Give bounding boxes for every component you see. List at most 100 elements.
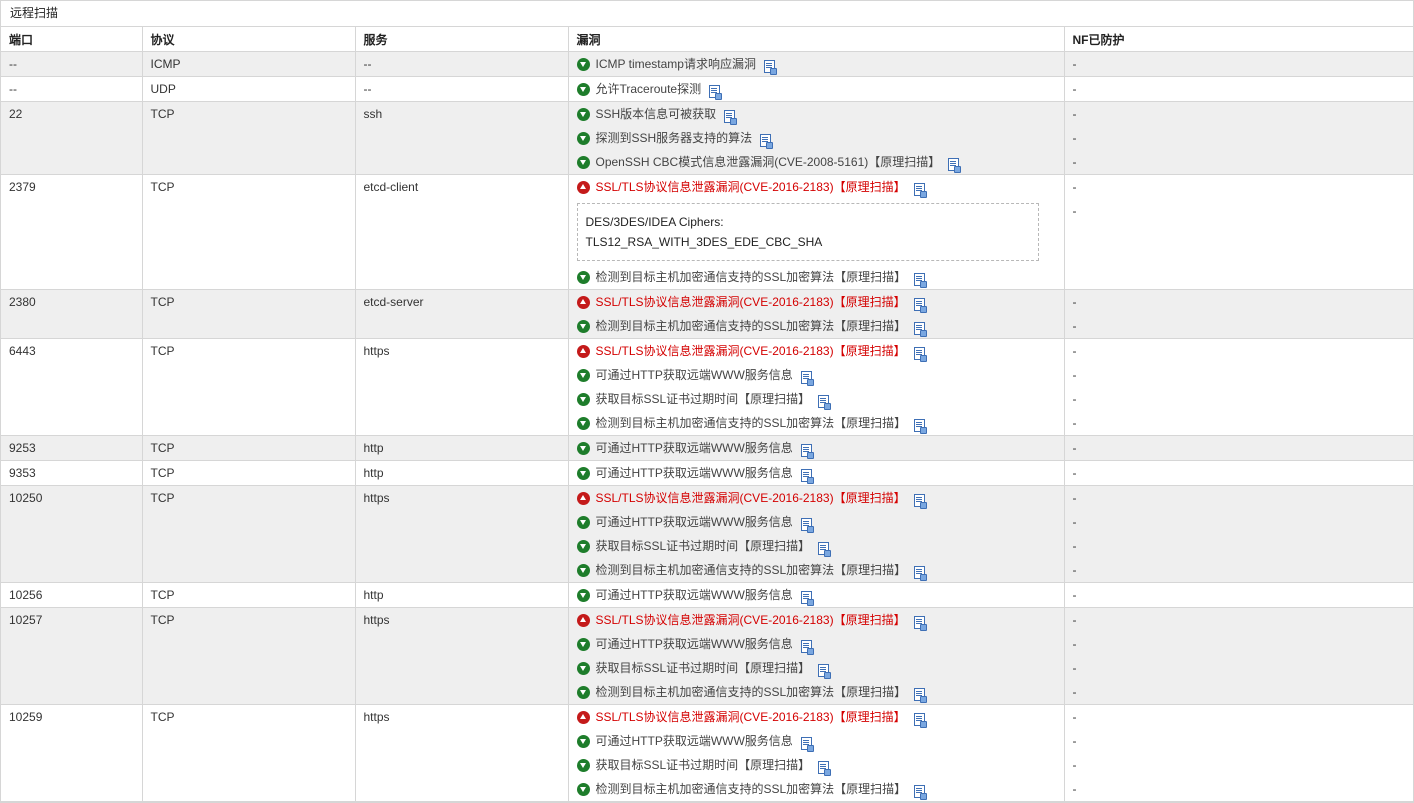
vuln-name-link[interactable]: 获取目标SSL证书过期时间【原理扫描】 [596, 656, 811, 680]
document-icon[interactable] [800, 371, 814, 386]
vuln-name-link[interactable]: 可通过HTTP获取远端WWW服务信息 [596, 632, 793, 656]
table-header-row: 端口 协议 服务 漏洞 NF已防护 [1, 27, 1413, 52]
vuln-name-link[interactable]: 可通过HTTP获取远端WWW服务信息 [596, 436, 793, 460]
vuln-name-link[interactable]: 检测到目标主机加密通信支持的SSL加密算法【原理扫描】 [596, 777, 907, 801]
vuln-name-link[interactable]: 可通过HTTP获取远端WWW服务信息 [596, 729, 793, 753]
table-row: 10257 TCP https SSL/TLS协议信息泄露漏洞(CVE-2016-21… [1, 607, 1413, 705]
vuln-detail-box: DES/3DES/IDEA Ciphers: TLS12_RSA_WITH_3DE… [576, 203, 1039, 261]
vuln-name-link[interactable]: 可通过HTTP获取远端WWW服务信息 [596, 583, 793, 607]
green-down-arrow-icon [576, 441, 590, 455]
document-icon[interactable] [724, 110, 738, 125]
vuln-name-link[interactable]: 获取目标SSL证书过期时间【原理扫描】 [596, 534, 811, 558]
cell-protected: -- [1064, 174, 1413, 290]
vuln-name-link[interactable]: 检测到目标主机加密通信支持的SSL加密算法【原理扫描】 [596, 558, 907, 582]
document-icon[interactable] [914, 322, 928, 337]
vuln-item[interactable]: SSL/TLS协议信息泄露漏洞(CVE-2016-2183)【原理扫描】 [576, 339, 1064, 363]
red-up-arrow-icon [576, 180, 590, 194]
vuln-item[interactable]: SSH版本信息可被获取 [576, 102, 1064, 126]
vuln-name-link[interactable]: 探测到SSH服务器支持的算法 [596, 126, 753, 150]
cell-service: etcd-server [355, 289, 569, 339]
document-icon[interactable] [913, 616, 927, 631]
vuln-name-link[interactable]: SSL/TLS协议信息泄露漏洞(CVE-2016-2183)【原理扫描】 [596, 175, 906, 199]
vuln-item[interactable]: 可通过HTTP获取远端WWW服务信息 [576, 583, 1064, 607]
document-icon[interactable] [760, 134, 774, 149]
vuln-item[interactable]: 可通过HTTP获取远端WWW服务信息 [576, 461, 1064, 485]
vuln-item[interactable]: 允许Traceroute探测 [576, 77, 1064, 101]
document-icon[interactable] [913, 713, 927, 728]
document-icon[interactable] [818, 761, 832, 776]
vuln-item[interactable]: 获取目标SSL证书过期时间【原理扫描】 [576, 534, 1064, 558]
vuln-item[interactable]: SSL/TLS协议信息泄露漏洞(CVE-2016-2183)【原理扫描】 [576, 175, 1064, 199]
vuln-item[interactable]: 获取目标SSL证书过期时间【原理扫描】 [576, 387, 1064, 411]
document-icon[interactable] [914, 273, 928, 288]
vuln-name-link[interactable]: 可通过HTTP获取远端WWW服务信息 [596, 510, 793, 534]
document-icon[interactable] [800, 444, 814, 459]
protected-value: - [1072, 82, 1077, 96]
vuln-name-link[interactable]: OpenSSH CBC模式信息泄露漏洞(CVE-2008-5161)【原理扫描】 [596, 150, 941, 174]
vuln-item[interactable]: 检测到目标主机加密通信支持的SSL加密算法【原理扫描】 [576, 411, 1064, 435]
document-icon[interactable] [818, 542, 832, 557]
vuln-item[interactable]: ICMP timestamp请求响应漏洞 [576, 52, 1064, 76]
vuln-item[interactable]: 检测到目标主机加密通信支持的SSL加密算法【原理扫描】 [576, 314, 1064, 338]
document-icon[interactable] [913, 494, 927, 509]
vuln-item[interactable]: SSL/TLS协议信息泄露漏洞(CVE-2016-2183)【原理扫描】 [576, 705, 1064, 729]
vuln-item[interactable]: OpenSSH CBC模式信息泄露漏洞(CVE-2008-5161)【原理扫描】 [576, 150, 1064, 174]
document-icon[interactable] [800, 591, 814, 606]
vuln-item[interactable]: 检测到目标主机加密通信支持的SSL加密算法【原理扫描】 [576, 680, 1064, 704]
green-down-arrow-icon [576, 57, 590, 71]
vuln-item[interactable]: 获取目标SSL证书过期时间【原理扫描】 [576, 656, 1064, 680]
vuln-name-link[interactable]: 允许Traceroute探测 [596, 77, 702, 101]
vuln-name-link[interactable]: 可通过HTTP获取远端WWW服务信息 [596, 363, 793, 387]
vuln-item[interactable]: 可通过HTTP获取远端WWW服务信息 [576, 363, 1064, 387]
cell-vulns: SSL/TLS协议信息泄露漏洞(CVE-2016-2183)【原理扫描】 DES/… [568, 174, 1065, 290]
document-icon[interactable] [914, 785, 928, 800]
document-icon[interactable] [913, 183, 927, 198]
document-icon[interactable] [818, 664, 832, 679]
vuln-item[interactable]: 可通过HTTP获取远端WWW服务信息 [576, 632, 1064, 656]
document-icon[interactable] [800, 469, 814, 484]
cell-protocol: TCP [142, 289, 356, 339]
vuln-name-link[interactable]: 检测到目标主机加密通信支持的SSL加密算法【原理扫描】 [596, 314, 907, 338]
document-icon[interactable] [948, 158, 962, 173]
document-icon[interactable] [914, 566, 928, 581]
document-icon[interactable] [913, 347, 927, 362]
vuln-item[interactable]: 可通过HTTP获取远端WWW服务信息 [576, 436, 1064, 460]
vuln-item[interactable]: 检测到目标主机加密通信支持的SSL加密算法【原理扫描】 [576, 558, 1064, 582]
vuln-item[interactable]: 检测到目标主机加密通信支持的SSL加密算法【原理扫描】 [576, 265, 1064, 289]
vuln-item[interactable]: SSL/TLS协议信息泄露漏洞(CVE-2016-2183)【原理扫描】 [576, 608, 1064, 632]
vuln-name-link[interactable]: 检测到目标主机加密通信支持的SSL加密算法【原理扫描】 [596, 680, 907, 704]
document-icon[interactable] [913, 298, 927, 313]
vuln-item[interactable]: SSL/TLS协议信息泄露漏洞(CVE-2016-2183)【原理扫描】 [576, 486, 1064, 510]
vuln-item[interactable]: 可通过HTTP获取远端WWW服务信息 [576, 729, 1064, 753]
vuln-name-link[interactable]: SSL/TLS协议信息泄露漏洞(CVE-2016-2183)【原理扫描】 [596, 339, 906, 363]
document-icon[interactable] [763, 60, 777, 75]
vuln-name-link[interactable]: SSL/TLS协议信息泄露漏洞(CVE-2016-2183)【原理扫描】 [596, 290, 906, 314]
document-icon[interactable] [800, 640, 814, 655]
vuln-name-link[interactable]: 检测到目标主机加密通信支持的SSL加密算法【原理扫描】 [596, 265, 907, 289]
vuln-item[interactable]: SSL/TLS协议信息泄露漏洞(CVE-2016-2183)【原理扫描】 [576, 290, 1064, 314]
document-icon[interactable] [914, 419, 928, 434]
vuln-name-link[interactable]: SSL/TLS协议信息泄露漏洞(CVE-2016-2183)【原理扫描】 [596, 705, 906, 729]
cell-vulns: SSH版本信息可被获取 探测到SSH服务器支持的算法 OpenSSH CBC模式信息… [568, 101, 1065, 175]
document-icon[interactable] [818, 395, 832, 410]
vuln-name-link[interactable]: 获取目标SSL证书过期时间【原理扫描】 [596, 753, 811, 777]
vuln-name-link[interactable]: ICMP timestamp请求响应漏洞 [596, 52, 756, 76]
document-icon[interactable] [800, 737, 814, 752]
vuln-name-link[interactable]: 检测到目标主机加密通信支持的SSL加密算法【原理扫描】 [596, 411, 907, 435]
cell-port: 9253 [1, 435, 143, 461]
vuln-name-link[interactable]: SSL/TLS协议信息泄露漏洞(CVE-2016-2183)【原理扫描】 [596, 486, 906, 510]
document-icon[interactable] [800, 518, 814, 533]
document-icon[interactable] [709, 85, 723, 100]
red-up-arrow-icon [576, 710, 590, 724]
vuln-item[interactable]: 获取目标SSL证书过期时间【原理扫描】 [576, 753, 1064, 777]
vuln-name-link[interactable]: 获取目标SSL证书过期时间【原理扫描】 [596, 387, 811, 411]
vuln-name-link[interactable]: SSH版本信息可被获取 [596, 102, 717, 126]
vuln-name-link[interactable]: SSL/TLS协议信息泄露漏洞(CVE-2016-2183)【原理扫描】 [596, 608, 906, 632]
vuln-item[interactable]: 检测到目标主机加密通信支持的SSL加密算法【原理扫描】 [576, 777, 1064, 801]
vuln-name-link[interactable]: 可通过HTTP获取远端WWW服务信息 [596, 461, 793, 485]
cell-vulns: SSL/TLS协议信息泄露漏洞(CVE-2016-2183)【原理扫描】 可通过H… [568, 607, 1065, 705]
document-icon[interactable] [914, 688, 928, 703]
green-down-arrow-icon [576, 416, 590, 430]
vuln-item[interactable]: 可通过HTTP获取远端WWW服务信息 [576, 510, 1064, 534]
vuln-item[interactable]: 探测到SSH服务器支持的算法 [576, 126, 1064, 150]
